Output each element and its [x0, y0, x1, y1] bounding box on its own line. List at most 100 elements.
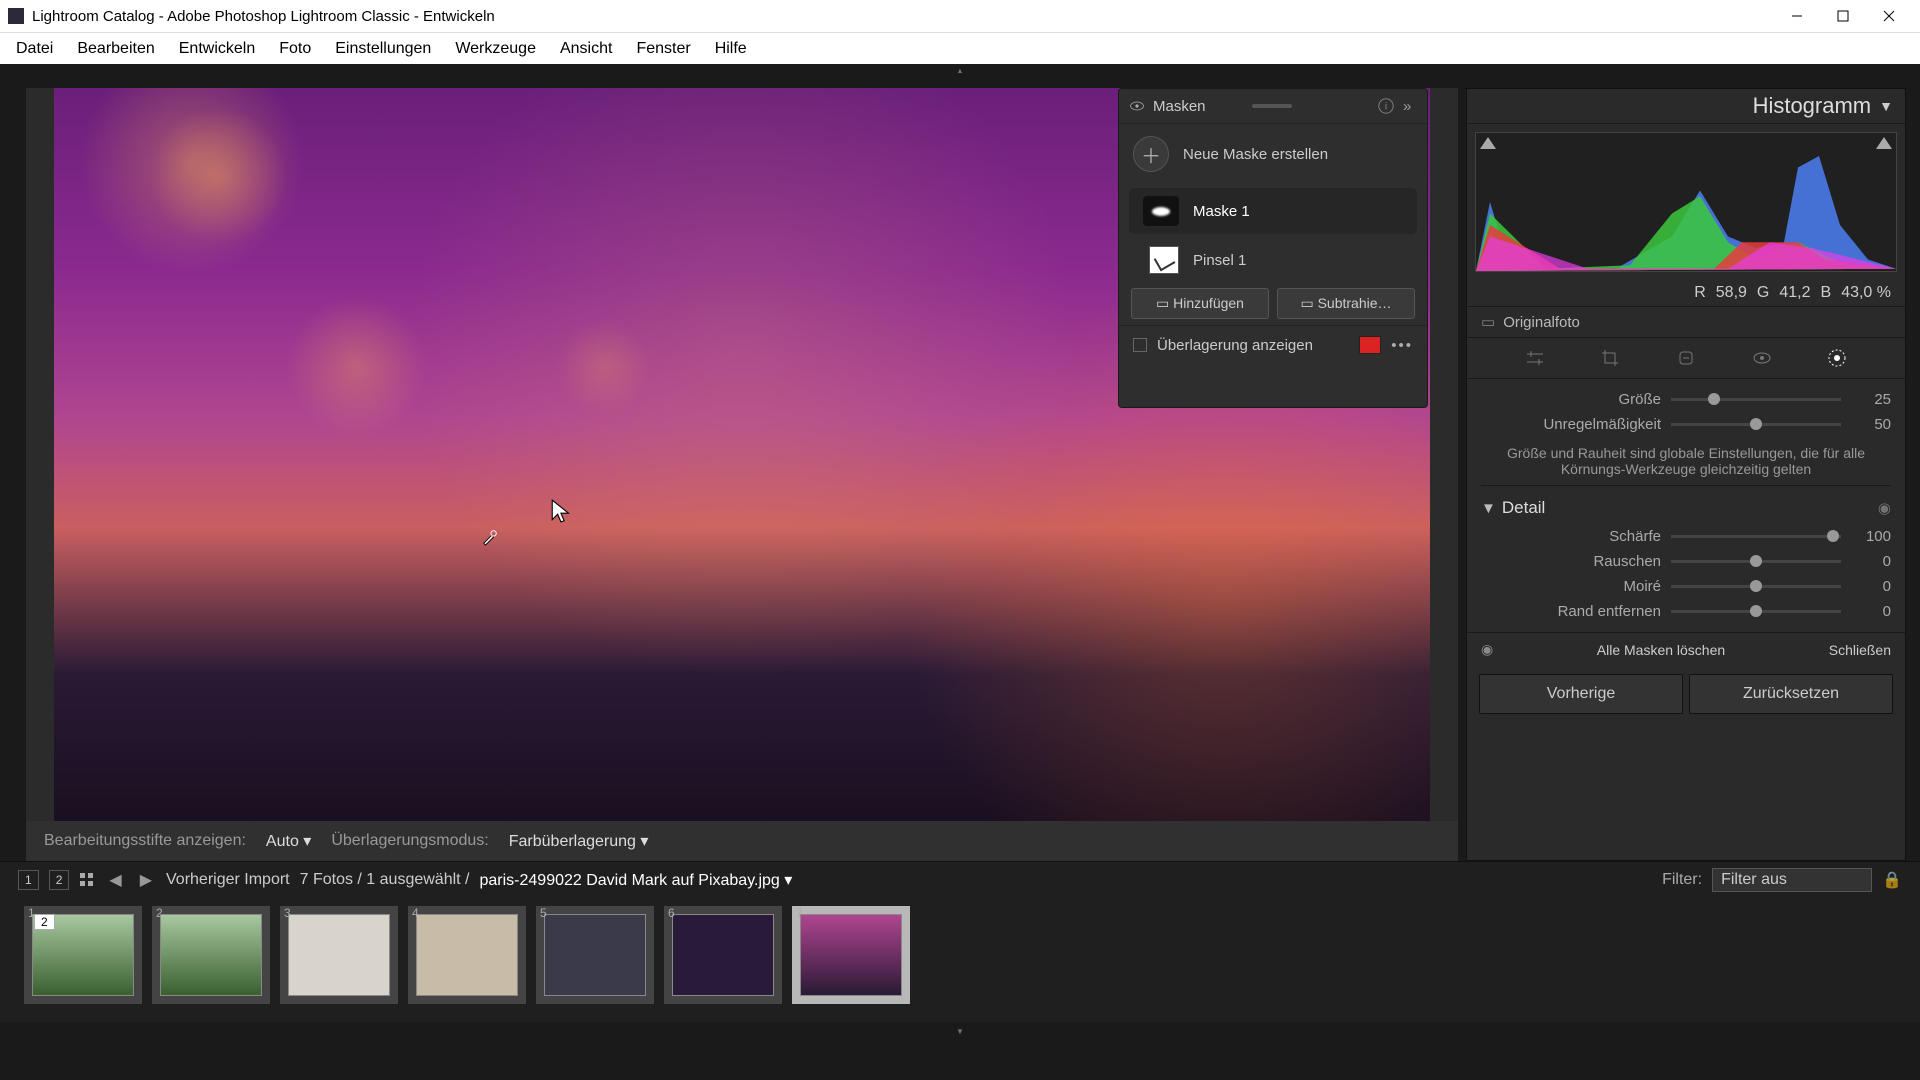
- thumbnail-4[interactable]: 4: [408, 906, 526, 1004]
- histogram[interactable]: [1475, 132, 1897, 272]
- filmstrip: 1 2 2 3 4 5 6 7: [0, 898, 1920, 1022]
- menu-werkzeuge[interactable]: Werkzeuge: [443, 36, 548, 62]
- maximize-button[interactable]: [1820, 0, 1866, 32]
- local-tools-row: [1467, 338, 1905, 379]
- app-icon: [8, 8, 24, 24]
- new-mask-label: Neue Maske erstellen: [1183, 146, 1328, 163]
- current-filename[interactable]: paris-2499022 David Mark auf Pixabay.jpg…: [479, 870, 792, 890]
- new-mask-button[interactable]: ＋: [1133, 136, 1169, 172]
- close-button[interactable]: [1866, 0, 1912, 32]
- slider-unregel-label: Unregelmäßigkeit: [1481, 416, 1661, 433]
- menu-ansicht[interactable]: Ansicht: [548, 36, 624, 62]
- overlay-mode-dropdown[interactable]: Farbüberlagerung ▾: [509, 831, 649, 851]
- menu-fenster[interactable]: Fenster: [624, 36, 702, 62]
- slider-unregel[interactable]: [1671, 423, 1841, 426]
- develop-options-bar: Bearbeitungsstifte anzeigen: Auto ▾ Über…: [26, 821, 1458, 861]
- screen-2-toggle[interactable]: 2: [49, 870, 70, 890]
- brush-thumbnail: [1149, 246, 1179, 274]
- thumbnail-7[interactable]: 7: [792, 906, 910, 1004]
- slider-schaerfe-label: Schärfe: [1481, 528, 1661, 545]
- right-panel: Histogramm ▼ R58,9 G41,2 B43,0 % ▭ Origi…: [1466, 88, 1906, 861]
- thumbnail-3[interactable]: 3: [280, 906, 398, 1004]
- menu-bar: Datei Bearbeiten Entwickeln Foto Einstel…: [0, 32, 1920, 64]
- slider-schaerfe[interactable]: [1671, 535, 1841, 538]
- highlight-clipping-icon[interactable]: [1876, 137, 1892, 149]
- reset-button[interactable]: Zurücksetzen: [1689, 674, 1893, 714]
- original-checkbox[interactable]: ▭: [1481, 313, 1495, 331]
- edit-pins-label: Bearbeitungsstifte anzeigen:: [44, 832, 246, 850]
- mask-item-1[interactable]: Maske 1: [1129, 188, 1417, 234]
- rgb-readout: R58,9 G41,2 B43,0 %: [1467, 280, 1905, 306]
- breadcrumb-source[interactable]: Vorheriger Import: [166, 871, 290, 889]
- slider-groesse-label: Größe: [1481, 391, 1661, 408]
- masks-collapse-icon[interactable]: »: [1403, 98, 1417, 115]
- slider-groesse[interactable]: [1671, 398, 1841, 401]
- screen-1-toggle[interactable]: 1: [18, 870, 39, 890]
- crop-icon[interactable]: [1600, 348, 1620, 368]
- overlay-more-icon[interactable]: •••: [1391, 337, 1413, 354]
- mask-thumbnail: [1143, 196, 1179, 226]
- slider-rand-value: 0: [1851, 603, 1891, 620]
- brush-name: Pinsel 1: [1193, 252, 1246, 269]
- bottom-panel-handle[interactable]: [0, 1022, 1920, 1040]
- redeye-icon[interactable]: [1752, 348, 1772, 368]
- mouse-cursor-icon: [549, 498, 575, 524]
- window-title-bar: Lightroom Catalog - Adobe Photoshop Ligh…: [0, 0, 1920, 32]
- filter-label: Filter:: [1662, 871, 1702, 889]
- slider-rand-label: Rand entfernen: [1481, 603, 1661, 620]
- menu-entwickeln[interactable]: Entwickeln: [167, 36, 267, 62]
- delete-all-masks-button[interactable]: Alle Masken löschen: [1503, 642, 1819, 658]
- filter-dropdown[interactable]: Filter aus: [1712, 868, 1872, 892]
- menu-einstellungen[interactable]: Einstellungen: [323, 36, 443, 62]
- top-panel-handle[interactable]: [0, 64, 1920, 78]
- menu-bearbeiten[interactable]: Bearbeiten: [65, 36, 166, 62]
- thumbnail-2[interactable]: 2: [152, 906, 270, 1004]
- nav-back-icon[interactable]: ◀: [105, 870, 125, 890]
- mask-subtract-button[interactable]: ▭ Subtrahie…: [1277, 288, 1415, 319]
- masks-eye-icon[interactable]: [1129, 98, 1145, 114]
- overlay-checkbox[interactable]: [1133, 338, 1147, 352]
- thumbnail-6[interactable]: 6: [664, 906, 782, 1004]
- slider-rand[interactable]: [1671, 610, 1841, 613]
- slider-rauschen[interactable]: [1671, 560, 1841, 563]
- adjust-icon[interactable]: [1525, 348, 1545, 368]
- mask-add-button[interactable]: ▭ Hinzufügen: [1131, 288, 1269, 319]
- slider-moire[interactable]: [1671, 585, 1841, 588]
- slider-moire-label: Moiré: [1481, 578, 1661, 595]
- masks-panel-title: Masken: [1153, 98, 1206, 115]
- overlay-color-swatch[interactable]: [1359, 336, 1381, 354]
- menu-foto[interactable]: Foto: [267, 36, 323, 62]
- mask-visibility-icon[interactable]: ◉: [1481, 641, 1493, 658]
- masks-drag-handle[interactable]: [1252, 104, 1292, 108]
- masking-icon[interactable]: [1827, 348, 1847, 368]
- brush-cursor-icon: [481, 528, 499, 546]
- slider-groesse-value: 25: [1851, 391, 1891, 408]
- filter-lock-icon[interactable]: 🔒: [1882, 870, 1902, 890]
- original-photo-label: Originalfoto: [1503, 314, 1580, 331]
- minimize-button[interactable]: [1774, 0, 1820, 32]
- photo-count: 7 Fotos / 1 ausgewählt /: [300, 871, 470, 889]
- close-masking-button[interactable]: Schließen: [1829, 642, 1891, 658]
- menu-hilfe[interactable]: Hilfe: [703, 36, 759, 62]
- edit-pins-dropdown[interactable]: Auto ▾: [266, 831, 311, 851]
- slider-rauschen-value: 0: [1851, 553, 1891, 570]
- masks-info-icon[interactable]: i: [1377, 97, 1395, 115]
- window-title: Lightroom Catalog - Adobe Photoshop Ligh…: [32, 8, 1774, 25]
- detail-eye-icon[interactable]: ◉: [1878, 499, 1891, 517]
- detail-section-title: Detail: [1502, 498, 1545, 518]
- detail-collapse-icon[interactable]: ▼: [1481, 500, 1496, 517]
- thumbnail-5[interactable]: 5: [536, 906, 654, 1004]
- nav-forward-icon[interactable]: ▶: [136, 870, 156, 890]
- previous-button[interactable]: Vorherige: [1479, 674, 1683, 714]
- mask-name: Maske 1: [1193, 203, 1250, 220]
- shadow-clipping-icon[interactable]: [1480, 137, 1496, 149]
- histogram-title: Histogramm: [1753, 93, 1880, 119]
- slider-moire-value: 0: [1851, 578, 1891, 595]
- grid-view-icon[interactable]: [79, 872, 95, 888]
- menu-datei[interactable]: Datei: [4, 36, 65, 62]
- histogram-collapse-icon[interactable]: ▼: [1879, 98, 1893, 114]
- heal-icon[interactable]: [1676, 348, 1696, 368]
- thumbnail-1[interactable]: 1 2: [24, 906, 142, 1004]
- filmstrip-toolbar: 1 2 ◀ ▶ Vorheriger Import 7 Fotos / 1 au…: [0, 861, 1920, 898]
- brush-item-1[interactable]: Pinsel 1: [1119, 238, 1427, 282]
